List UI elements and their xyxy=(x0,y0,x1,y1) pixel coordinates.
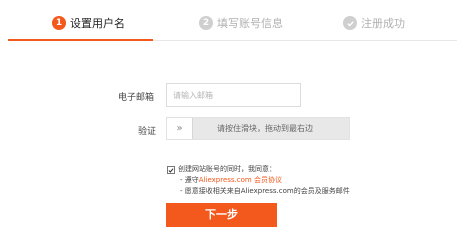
email-input[interactable] xyxy=(166,83,301,107)
member-agreement-link[interactable]: 会员协议 xyxy=(252,176,282,184)
slider-captcha: » 请按住滑块，拖动到最右边 xyxy=(166,117,350,140)
registration-page: 1 设置用户名 2 填写账号信息 注册成功 电子邮箱 验证 » 请按住滑块，拖动… xyxy=(0,0,465,244)
slider-handle[interactable]: » xyxy=(167,118,193,139)
step-registration-success: 注册成功 xyxy=(343,15,405,31)
agreement-prefix: - 遵守 xyxy=(180,176,199,184)
checkmark-icon xyxy=(343,16,357,30)
next-step-button[interactable]: 下一步 xyxy=(166,203,277,227)
slider-instruction: 请按住滑块，拖动到最右边 xyxy=(217,124,313,133)
aliexpress-link[interactable]: Aliexpress.com xyxy=(199,176,252,184)
step-number-badge: 1 xyxy=(52,16,66,30)
double-chevron-right-icon: » xyxy=(176,123,183,134)
agreement-line-terms: - 遵守Aliexpress.com 会员协议 xyxy=(180,175,282,185)
agreement-checkbox[interactable] xyxy=(167,166,175,174)
progress-track xyxy=(153,40,457,41)
email-label: 电子邮箱 xyxy=(118,93,155,103)
step-label: 注册成功 xyxy=(361,17,405,30)
step-fill-account-info: 2 填写账号信息 xyxy=(199,15,283,31)
step-label: 设置用户名 xyxy=(70,17,125,30)
agreement-intro: 创建网站账号的同时，我同意： xyxy=(178,165,276,173)
step-number-badge: 2 xyxy=(199,16,213,30)
checkmark-icon xyxy=(168,167,174,173)
progress-track-active xyxy=(8,39,153,41)
agreement-line-emails: - 愿意接收相关来自Aliexpress.com的会员及服务邮件 xyxy=(180,187,350,195)
verify-label: 验证 xyxy=(138,127,157,137)
step-label: 填写账号信息 xyxy=(217,17,283,30)
registration-stepper: 1 设置用户名 2 填写账号信息 注册成功 xyxy=(0,0,465,41)
step-set-username: 1 设置用户名 xyxy=(52,15,125,31)
